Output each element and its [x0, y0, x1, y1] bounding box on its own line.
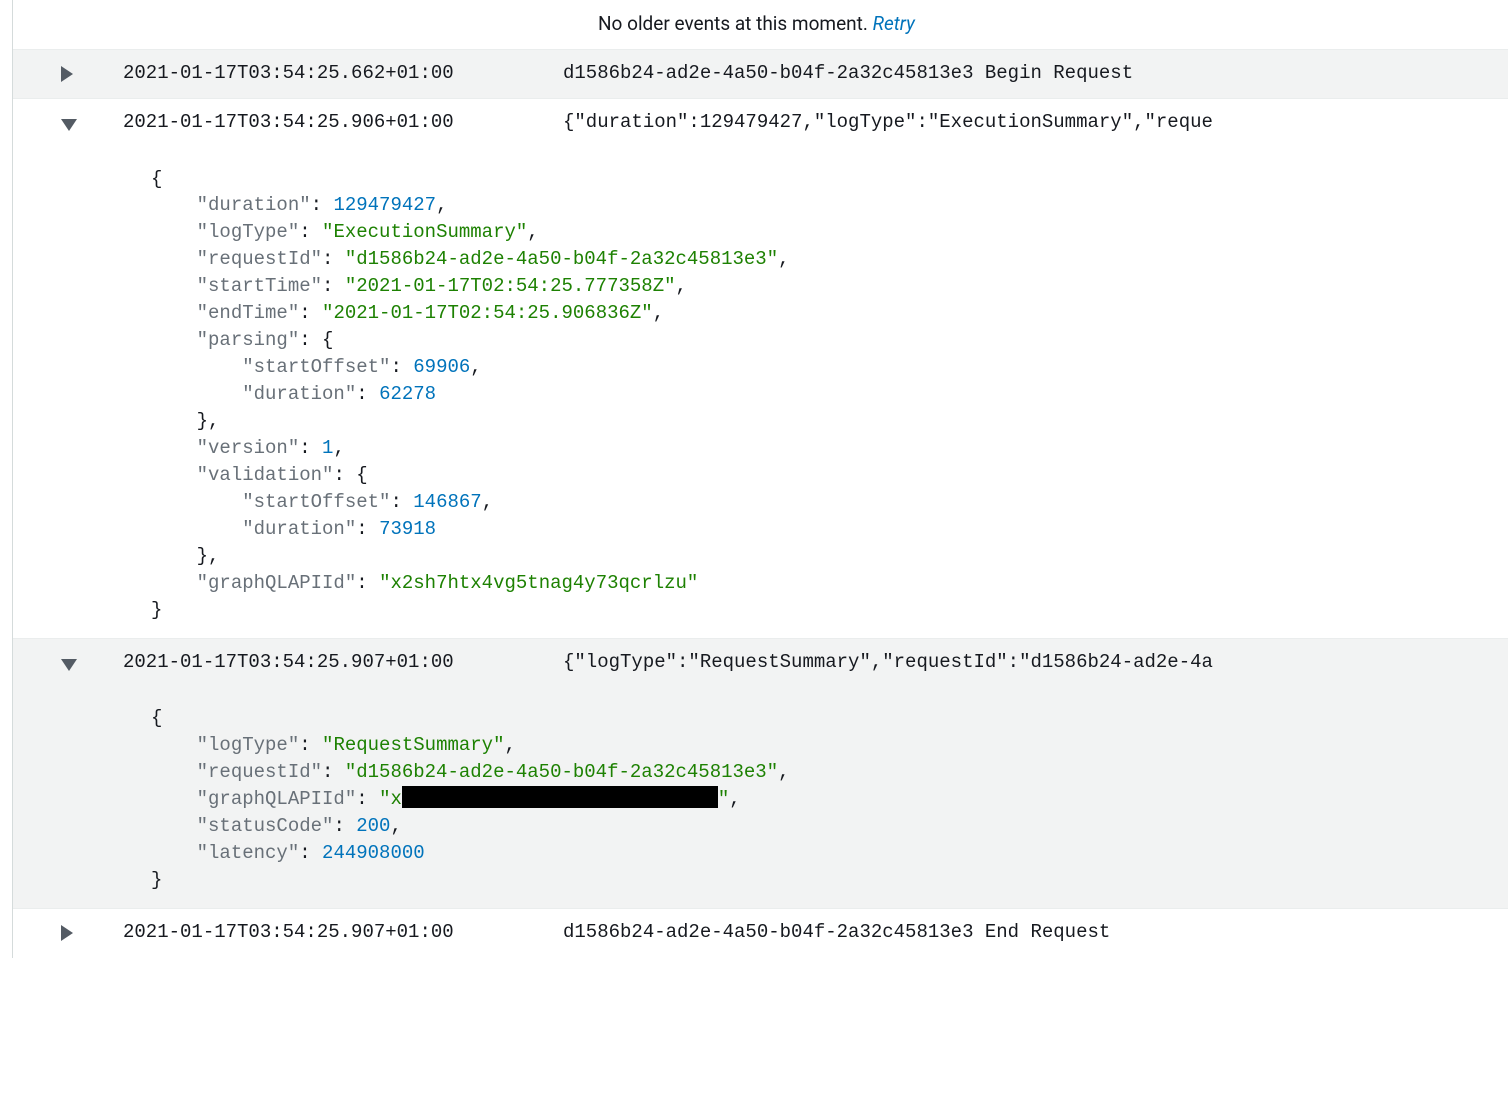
json-line: },	[151, 543, 1508, 570]
json-key: "duration"	[242, 518, 356, 540]
json-line: "endTime": "2021-01-17T02:54:25.906836Z"…	[151, 300, 1508, 327]
json-line: },	[151, 408, 1508, 435]
log-message: {"logType":"RequestSummary","requestId":…	[563, 647, 1508, 677]
log-row[interactable]: 2021-01-17T03:54:25.662+01:00d1586b24-ad…	[13, 49, 1508, 99]
json-key: "duration"	[197, 194, 311, 216]
json-line: "duration": 62278	[151, 381, 1508, 408]
timestamp: 2021-01-17T03:54:25.907+01:00	[123, 647, 563, 677]
json-line: "validation": {	[151, 462, 1508, 489]
json-key: "validation"	[197, 464, 334, 486]
json-line: "duration": 129479427,	[151, 192, 1508, 219]
log-row[interactable]: 2021-01-17T03:54:25.907+01:00d1586b24-ad…	[13, 908, 1508, 958]
json-key: "startTime"	[197, 275, 322, 297]
expand-toggle[interactable]	[13, 58, 123, 91]
json-line: "startOffset": 69906,	[151, 354, 1508, 381]
json-number: 146867	[413, 491, 481, 513]
json-key: "graphQLAPIId"	[197, 572, 357, 594]
json-line: "logType": "RequestSummary",	[151, 732, 1508, 759]
json-key: "startOffset"	[242, 356, 390, 378]
json-key: "version"	[197, 437, 300, 459]
json-key: "statusCode"	[197, 815, 334, 837]
json-number: 1	[322, 437, 333, 459]
json-key: "graphQLAPIId"	[197, 788, 357, 810]
timestamp: 2021-01-17T03:54:25.662+01:00	[123, 58, 563, 88]
json-number: 244908000	[322, 842, 425, 864]
log-events-container: No older events at this moment. Retry 20…	[12, 0, 1508, 958]
json-key: "requestId"	[197, 761, 322, 783]
json-line: "logType": "ExecutionSummary",	[151, 219, 1508, 246]
json-key: "latency"	[197, 842, 300, 864]
json-line: "requestId": "d1586b24-ad2e-4a50-b04f-2a…	[151, 759, 1508, 786]
json-line: "duration": 73918	[151, 516, 1508, 543]
timestamp: 2021-01-17T03:54:25.906+01:00	[123, 107, 563, 137]
expand-toggle[interactable]	[13, 647, 123, 680]
json-line: "startTime": "2021-01-17T02:54:25.777358…	[151, 273, 1508, 300]
json-line: }	[151, 867, 1508, 894]
json-line: "parsing": {	[151, 327, 1508, 354]
log-message: {"duration":129479427,"logType":"Executi…	[563, 107, 1508, 137]
json-key: "duration"	[242, 383, 356, 405]
json-number: 200	[356, 815, 390, 837]
json-string: "RequestSummary"	[322, 734, 504, 756]
json-string: "2021-01-17T02:54:25.777358Z"	[345, 275, 676, 297]
json-line: "latency": 244908000	[151, 840, 1508, 867]
redacted-block	[402, 786, 718, 808]
json-line: "graphQLAPIId": "x2sh7htx4vg5tnag4y73qcr…	[151, 570, 1508, 597]
json-key: "logType"	[197, 221, 300, 243]
log-message: d1586b24-ad2e-4a50-b04f-2a32c45813e3 Beg…	[563, 58, 1508, 88]
json-key: "requestId"	[197, 248, 322, 270]
log-message: d1586b24-ad2e-4a50-b04f-2a32c45813e3 End…	[563, 917, 1508, 947]
expand-toggle[interactable]	[13, 917, 123, 950]
caret-right-icon[interactable]	[61, 925, 73, 941]
no-older-events-bar: No older events at this moment. Retry	[13, 0, 1508, 49]
json-line: {	[151, 705, 1508, 732]
json-key: "logType"	[197, 734, 300, 756]
caret-right-icon[interactable]	[61, 66, 73, 82]
json-string: "d1586b24-ad2e-4a50-b04f-2a32c45813e3"	[345, 248, 778, 270]
json-key: "endTime"	[197, 302, 300, 324]
json-line: "statusCode": 200,	[151, 813, 1508, 840]
json-string: "ExecutionSummary"	[322, 221, 527, 243]
expanded-json: { "logType": "RequestSummary", "requestI…	[13, 687, 1508, 908]
json-string: "2021-01-17T02:54:25.906836Z"	[322, 302, 653, 324]
json-string: "x2sh7htx4vg5tnag4y73qcrlzu"	[379, 572, 698, 594]
json-line: {	[151, 166, 1508, 193]
json-line: "version": 1,	[151, 435, 1508, 462]
json-number: 69906	[413, 356, 470, 378]
retry-link[interactable]: Retry	[873, 12, 915, 35]
log-row[interactable]: 2021-01-17T03:54:25.906+01:00{"duration"…	[13, 98, 1508, 148]
json-key: "startOffset"	[242, 491, 390, 513]
json-line: "requestId": "d1586b24-ad2e-4a50-b04f-2a…	[151, 246, 1508, 273]
json-number: 129479427	[333, 194, 436, 216]
log-row[interactable]: 2021-01-17T03:54:25.907+01:00{"logType":…	[13, 638, 1508, 688]
expanded-json: { "duration": 129479427, "logType": "Exe…	[13, 148, 1508, 638]
caret-down-icon[interactable]	[61, 659, 77, 671]
json-line: "graphQLAPIId": "x",	[151, 786, 1508, 813]
timestamp: 2021-01-17T03:54:25.907+01:00	[123, 917, 563, 947]
caret-down-icon[interactable]	[61, 119, 77, 131]
json-number: 73918	[379, 518, 436, 540]
json-line: }	[151, 597, 1508, 624]
json-number: 62278	[379, 383, 436, 405]
expand-toggle[interactable]	[13, 107, 123, 140]
json-string: "d1586b24-ad2e-4a50-b04f-2a32c45813e3"	[345, 761, 778, 783]
json-key: "parsing"	[197, 329, 300, 351]
json-line: "startOffset": 146867,	[151, 489, 1508, 516]
no-older-events-label: No older events at this moment.	[598, 12, 873, 35]
